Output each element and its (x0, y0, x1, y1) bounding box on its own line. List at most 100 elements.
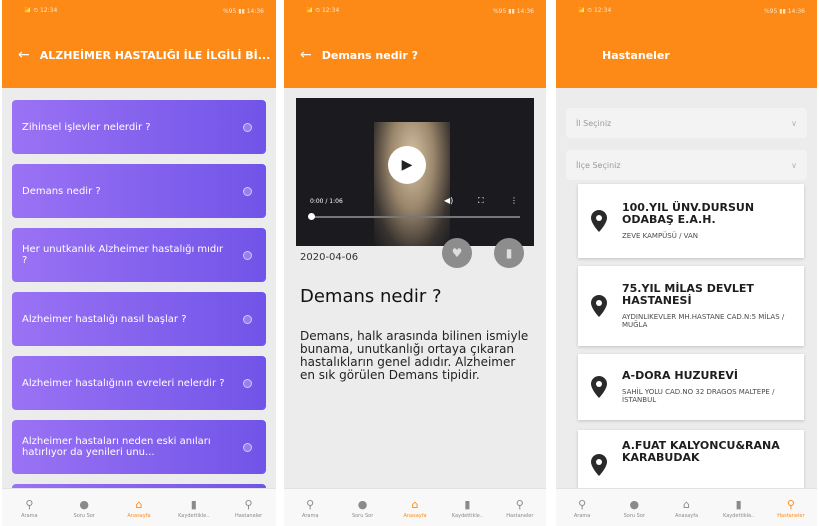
home-icon: ⌂ (135, 497, 143, 511)
hospital-address: SAHİL YOLU CAD.NO 32 DRAGOS MALTEPE / İS… (622, 388, 775, 404)
volume-icon[interactable]: ◀) (444, 196, 453, 205)
video-progress-handle[interactable] (308, 213, 315, 220)
bookmark-icon[interactable]: ▮ (494, 238, 524, 268)
article-heading: Demans nedir ? (300, 286, 442, 307)
more-icon[interactable]: ⋮ (510, 196, 518, 205)
hospital-card[interactable]: 100.YIL ÜNV.DURSUN ODABAŞ E.A.H. ZEVE KA… (578, 184, 804, 258)
play-icon[interactable]: ▶ (388, 146, 426, 184)
hospital-address: ZEVE KAMPÜSÜ / VAN (622, 232, 699, 240)
search-icon: ⚲ (25, 497, 34, 511)
question-card[interactable]: Alzheimer hastalığının evreleri nelerdir… (12, 356, 266, 410)
nav-ask[interactable]: ● Soru Sor (57, 497, 111, 519)
search-icon: ⚲ (306, 497, 315, 511)
expand-icon (243, 250, 252, 260)
video-frame (374, 122, 450, 246)
heart-icon[interactable]: ♥ (442, 238, 472, 268)
app-bar: ← ALZHEİMER HASTALIĞI İLE İLGİLİ Bİ... (2, 22, 276, 88)
nav-label: Arama (21, 512, 38, 519)
city-select[interactable]: İl Seçiniz ∨ (566, 108, 807, 138)
city-select-value: İl Seçiniz (576, 118, 612, 128)
expand-icon (243, 122, 252, 132)
fullscreen-icon[interactable]: ⛶ (478, 196, 484, 206)
location-pin-icon: ⚲ (786, 497, 795, 511)
video-progress-track[interactable] (310, 216, 520, 218)
nav-saved[interactable]: ▮ Kaydettikle.. (713, 497, 765, 519)
question-card[interactable]: Demans nedir ? (12, 164, 266, 218)
nav-label: Hastaneler (506, 512, 534, 519)
back-arrow-icon[interactable]: ← (18, 47, 30, 63)
location-pin-icon: ⚲ (244, 497, 253, 511)
hospital-address: AYDINLIKEVLER MH.HASTANE CAD.N:5 MİLAS /… (622, 313, 785, 329)
status-bar: 📶 ⏲ 12:34 %95 ▮▮ 14:36 (2, 0, 276, 22)
nav-saved[interactable]: ▮ Kaydettikle.. (167, 497, 221, 519)
district-select[interactable]: İlçe Seçiniz ∨ (566, 150, 807, 180)
back-arrow-icon[interactable]: ← (300, 47, 312, 63)
status-right: %95 ▮▮ 14:36 (492, 7, 534, 15)
video-player[interactable]: ▶ 0:00 / 1:06 ◀) ⛶ ⋮ (296, 98, 534, 246)
bottom-nav: ⚲ Arama ● Soru Sor ⌂ Anasayfa ▮ Kaydettikle.… (556, 488, 817, 526)
nav-label: Anasayfa (403, 512, 427, 519)
status-left: 📶 ⏲ 12:34 (24, 7, 58, 14)
question-list: Zihinsel işlevler nelerdir ? Demans nedi… (2, 88, 276, 490)
hospital-card[interactable]: 75.YIL MİLAS DEVLET HASTANESİ AYDINLIKEV… (578, 266, 804, 346)
nav-label: Anasayfa (127, 512, 151, 519)
bottom-nav: ⚲ Arama ● Soru Sor ⌂ Anasayfa ▮ Kaydettikle.… (2, 488, 276, 526)
question-card[interactable]: Zihinsel işlevler nelerdir ? (12, 100, 266, 154)
article-body: Demans, halk arasında bilinen ismiyle bu… (300, 329, 529, 382)
nav-ask[interactable]: ● Soru Sor (336, 497, 388, 519)
location-pin-icon (588, 295, 610, 317)
question-card[interactable]: Her unutkanlık Alzheimer hastalığı mıdır… (12, 228, 266, 282)
nav-saved[interactable]: ▮ Kaydettikle.. (441, 497, 493, 519)
nav-home[interactable]: ⌂ Anasayfa (389, 497, 441, 519)
nav-label: Soru Sor (73, 512, 95, 519)
nav-ask[interactable]: ● Soru Sor (608, 497, 660, 519)
question-card[interactable]: Alzheimer hastaları neden eski anıları h… (12, 420, 266, 474)
hospital-name: 100.YIL ÜNV.DURSUN ODABAŞ E.A.H. (622, 201, 755, 226)
nav-home[interactable]: ⌂ Anasayfa (660, 497, 712, 519)
nav-label: Soru Sor (623, 512, 645, 519)
location-pin-icon (588, 210, 610, 232)
screen-hospitals: 📶 ⏲ 12:34 %95 ▮▮ 14:36 Hastaneler İl Seç… (556, 0, 817, 526)
bookmark-icon: ▮ (735, 497, 742, 511)
question-label: Her unutkanlık Alzheimer hastalığı mıdır… (22, 244, 224, 266)
hospital-name: 75.YIL MİLAS DEVLET HASTANESİ (622, 282, 754, 307)
question-label: Alzheimer hastalığının evreleri nelerdir… (22, 377, 225, 389)
question-label: Alzheimer hastalığı nasıl başlar ? (22, 313, 187, 325)
nav-hospitals[interactable]: ⚲ Hastaneler (494, 497, 546, 519)
question-label: Alzheimer hastaları neden eski anıları h… (22, 436, 211, 458)
nav-home[interactable]: ⌂ Anasayfa (112, 497, 166, 519)
bookmark-icon: ▮ (464, 497, 471, 511)
status-right: %95 ▮▮ 14:36 (222, 7, 264, 15)
chevron-down-icon: ∨ (791, 118, 797, 128)
nav-search[interactable]: ⚲ Arama (2, 497, 56, 519)
chevron-down-icon: ∨ (791, 160, 797, 170)
location-pin-icon (588, 454, 610, 476)
screen-article: 📶 ⏲ 12:34 %95 ▮▮ 14:36 ← Demans nedir ? … (284, 0, 546, 526)
bookmark-icon: ▮ (190, 497, 197, 511)
nav-search[interactable]: ⚲ Arama (556, 497, 608, 519)
nav-hospitals[interactable]: ⚲ Hastaneler (222, 497, 276, 519)
app-bar: ← Demans nedir ? (284, 22, 546, 88)
page-title: Hastaneler (602, 48, 670, 62)
location-pin-icon (588, 376, 610, 398)
district-select-value: İlçe Seçiniz (576, 160, 621, 170)
hospital-card[interactable]: A-DORA HUZUREVİ SAHİL YOLU CAD.NO 32 DRA… (578, 354, 804, 420)
nav-label: Kaydettikle.. (178, 512, 210, 519)
nav-label: Kaydettikle.. (451, 512, 484, 519)
nav-hospitals[interactable]: ⚲ Hastaneler (765, 497, 817, 519)
nav-label: Hastaneler (234, 512, 263, 519)
question-label: Zihinsel işlevler nelerdir ? (22, 121, 151, 133)
bottom-nav: ⚲ Arama ● Soru Sor ⌂ Anasayfa ▮ Kaydettikle.… (284, 488, 546, 526)
hospital-name: A.FUAT KALYONCU&RANA KARABUDAK (622, 439, 780, 464)
status-left: 📶 ⏲ 12:34 (306, 7, 340, 14)
chat-icon: ● (79, 497, 89, 511)
location-pin-icon: ⚲ (515, 497, 524, 511)
hospital-card[interactable]: A.FUAT KALYONCU&RANA KARABUDAK (578, 430, 804, 490)
home-icon: ⌂ (411, 497, 419, 511)
chat-icon: ● (629, 497, 640, 511)
page-title: ALZHEİMER HASTALIĞI İLE İLGİLİ Bİ... (39, 48, 271, 62)
nav-label: Anasayfa (674, 512, 699, 519)
nav-search[interactable]: ⚲ Arama (284, 497, 336, 519)
article-date: 2020-04-06 (300, 252, 359, 263)
question-card[interactable]: Alzheimer hastalığı nasıl başlar ? (12, 292, 266, 346)
